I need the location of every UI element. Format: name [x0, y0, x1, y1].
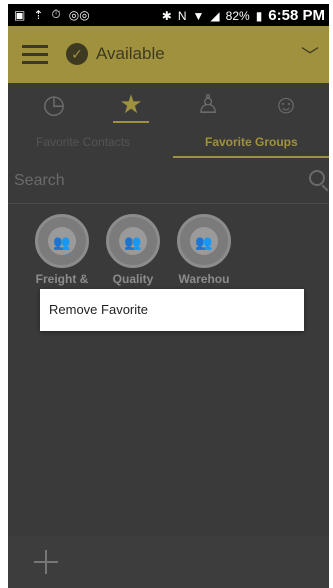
group-item[interactable]: 👥 Quality — [98, 214, 168, 286]
upload-icon: ⇡ — [33, 7, 44, 22]
search-input[interactable] — [14, 170, 294, 192]
clock: 6:58 PM — [268, 7, 325, 24]
chevron-down-icon[interactable]: ﹀ — [301, 42, 319, 68]
bottom-bar — [8, 536, 329, 588]
status-bar-left: ▣ ⇡ ⏱ ◎◎ — [14, 7, 90, 22]
status-bar-right: ✱ N ▼ ◢ 82% ▮ 6:58 PM — [162, 7, 325, 24]
voicemail-icon: ◎◎ — [68, 7, 90, 22]
nav-icon-bar: ◷ ★ ♙ ☺ — [8, 83, 329, 126]
group-item[interactable]: 👥 Freight & — [27, 214, 97, 286]
tab-favorite-contacts[interactable]: Favorite Contacts — [36, 135, 130, 149]
groups-people-icon[interactable]: ☺ — [266, 87, 306, 121]
add-icon[interactable] — [34, 550, 58, 574]
battery-percent: 82% — [225, 8, 250, 23]
status-bar: ▣ ⇡ ⏱ ◎◎ ✱ N ▼ ◢ 82% ▮ 6:58 PM — [8, 4, 329, 26]
group-item[interactable]: 👥 Warehou — [169, 214, 239, 286]
battery-icon: ▮ — [255, 8, 263, 23]
phone-screen: ▣ ⇡ ⏱ ◎◎ ✱ N ▼ ◢ 82% ▮ 6:58 PM ✓ Availab… — [0, 0, 333, 588]
group-name: Warehou — [178, 272, 230, 286]
check-circle-icon: ✓ — [66, 43, 88, 65]
group-name: Freight & — [35, 272, 89, 286]
signal-icon: ◢ — [210, 8, 220, 23]
bluetooth-icon: ✱ — [161, 8, 172, 23]
group-avatar-icon: 👥 — [106, 214, 160, 268]
image-notification-icon: ▣ — [14, 7, 26, 22]
favorites-tabs: Favorite Contacts Favorite Groups — [8, 127, 329, 159]
tab-favorite-groups[interactable]: Favorite Groups — [205, 135, 298, 149]
nfc-icon: N — [177, 8, 187, 23]
stopwatch-icon: ⏱ — [51, 7, 61, 21]
menu-icon[interactable] — [22, 45, 48, 65]
presence-status[interactable]: Available — [96, 44, 165, 64]
context-menu: Remove Favorite — [40, 289, 304, 331]
wifi-icon: ▼ — [192, 8, 205, 23]
app-header: ✓ Available ﹀ — [8, 26, 329, 83]
contact-person-icon[interactable]: ♙ — [188, 87, 228, 121]
remove-favorite-menu-item[interactable]: Remove Favorite — [49, 302, 148, 317]
search-bar — [8, 160, 329, 204]
nav-active-indicator — [113, 121, 149, 123]
favorites-star-icon[interactable]: ★ — [111, 87, 151, 121]
recent-clock-icon[interactable]: ◷ — [34, 87, 74, 121]
search-icon[interactable] — [309, 170, 325, 186]
group-avatar-icon: 👥 — [35, 214, 89, 268]
tab-active-indicator — [173, 156, 329, 158]
group-name: Quality — [112, 272, 154, 286]
group-avatar-icon: 👥 — [177, 214, 231, 268]
